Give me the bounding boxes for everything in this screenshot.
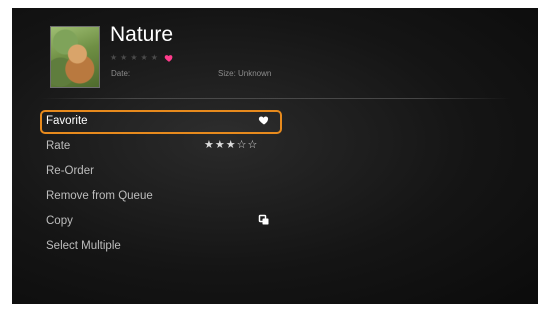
heart-icon xyxy=(258,116,269,125)
menu-item-reorder[interactable]: Re-Order xyxy=(40,160,280,182)
media-thumbnail xyxy=(50,26,100,88)
rating-star-icon: ★ xyxy=(150,53,158,62)
menu-item-rate[interactable]: Rate ★★★☆☆ xyxy=(40,135,280,157)
menu-item-label: Rate xyxy=(46,140,71,152)
menu-item-label: Favorite xyxy=(46,115,88,127)
rating-star-icon: ★ xyxy=(140,53,148,62)
copy-icon xyxy=(258,214,269,225)
menu-item-remove-from-queue[interactable]: Remove from Queue xyxy=(40,185,280,207)
date-label: Date: xyxy=(111,69,131,78)
size-label: Size: Unknown xyxy=(218,69,272,78)
menu-item-label: Copy xyxy=(46,215,73,227)
menu-item-select-multiple[interactable]: Select Multiple xyxy=(40,235,280,257)
menu-item-label: Remove from Queue xyxy=(46,190,153,202)
rating-stars: ★★★☆☆ xyxy=(204,139,259,151)
rating-star-icon: ★ xyxy=(130,53,138,62)
menu-item-label: Re-Order xyxy=(46,165,94,177)
menu-item-label: Select Multiple xyxy=(46,240,121,252)
rating-favorite-row: ★ ★ ★ ★ ★ xyxy=(110,52,174,64)
media-title: Nature xyxy=(110,23,174,46)
menu-item-copy[interactable]: Copy xyxy=(40,210,280,232)
media-menu-screen: Nature ★ ★ ★ ★ ★ Date: Size: Unknown Fav… xyxy=(12,8,538,304)
rating-star-icon: ★ xyxy=(120,53,128,62)
rating-star-icon: ★ xyxy=(110,53,118,62)
divider xyxy=(40,98,510,99)
favorite-heart-icon xyxy=(164,55,173,62)
menu-item-favorite[interactable]: Favorite xyxy=(40,110,282,134)
